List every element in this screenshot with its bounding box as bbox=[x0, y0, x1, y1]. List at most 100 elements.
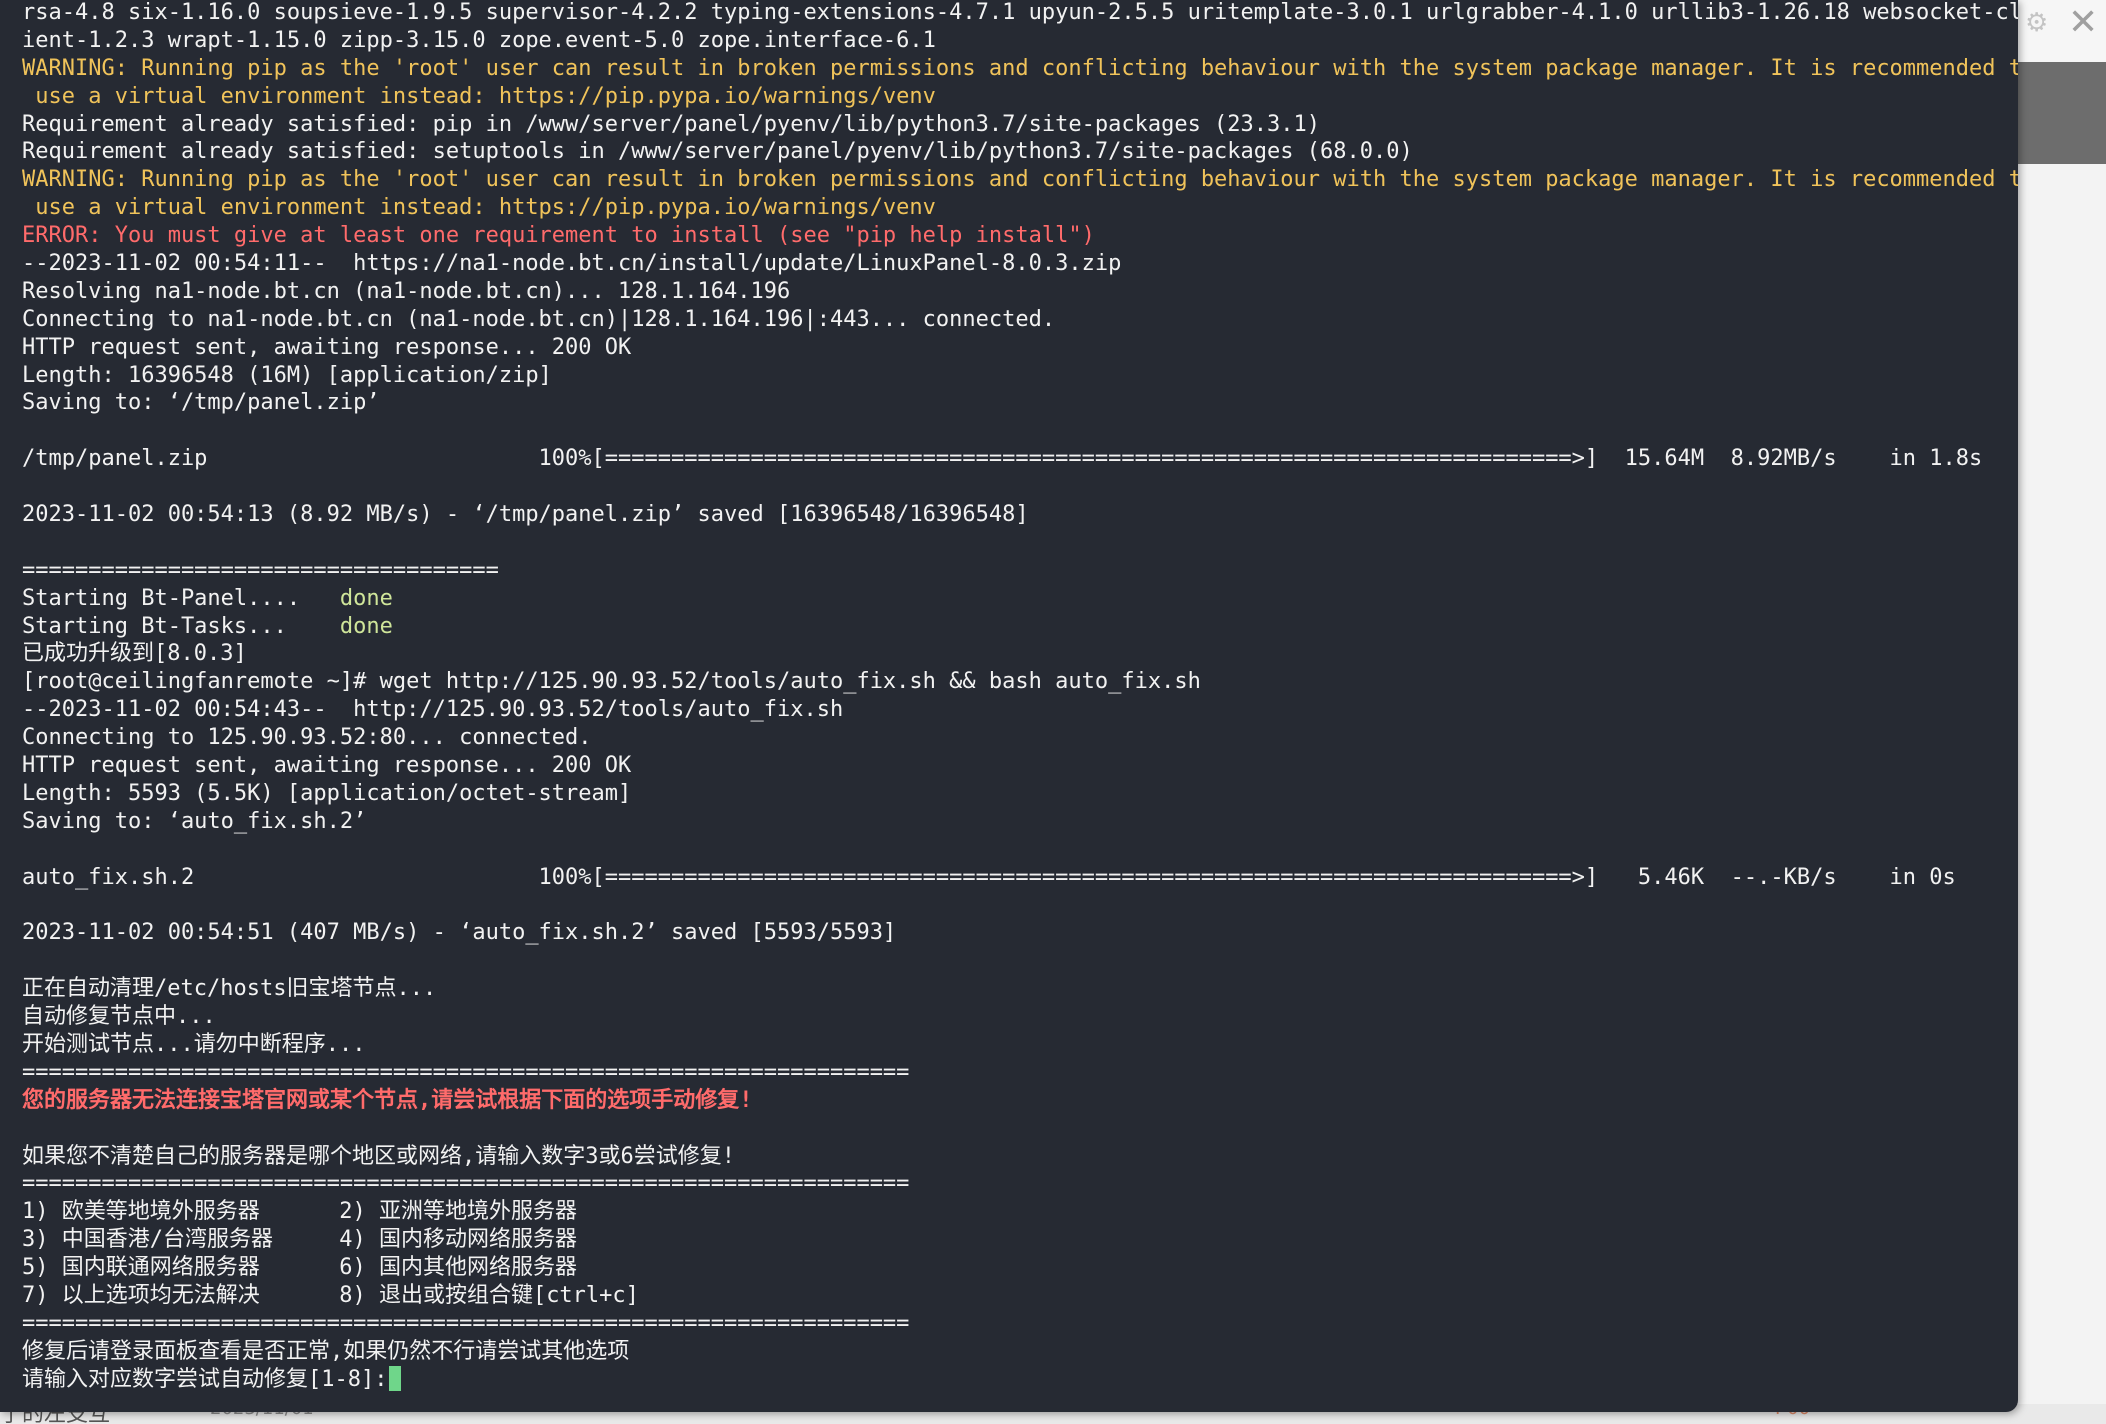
terminal-line: WARNING: Running pip as the 'root' user … bbox=[22, 166, 2018, 194]
terminal-line: use a virtual environment instead: https… bbox=[22, 83, 2012, 111]
terminal-line-text: Resolving na1-node.bt.cn (na1-node.bt.cn… bbox=[22, 278, 791, 304]
terminal-line-text: Saving to: ‘/tmp/panel.zip’ bbox=[22, 390, 380, 416]
terminal-line: 3) 中国香港/台湾服务器 4) 国内移动网络服务器 bbox=[22, 1226, 2012, 1254]
terminal-line-text: Requirement already satisfied: pip in /w… bbox=[22, 111, 1321, 137]
terminal-line: 您的服务器无法连接宝塔官网或某个节点,请尝试根据下面的选项手动修复! bbox=[22, 1087, 2012, 1115]
terminal-line: [root@ceilingfanremote ~]# wget http://1… bbox=[22, 668, 2012, 696]
terminal-line: 正在自动清理/etc/hosts旧宝塔节点... bbox=[22, 975, 2012, 1003]
terminal-line-text: WARNING: Running pip as the 'root' user … bbox=[22, 55, 2018, 81]
terminal-line: ==================================== bbox=[22, 557, 2012, 585]
terminal-line: /tmp/panel.zip 100%[====================… bbox=[22, 445, 2012, 473]
terminal-line-text: Length: 16396548 (16M) [application/zip] bbox=[22, 362, 552, 388]
terminal-line-text: 您的服务器无法连接宝塔官网或某个节点,请尝试根据下面的选项手动修复! bbox=[22, 1087, 753, 1113]
terminal-line-text: ERROR: You must give at least one requir… bbox=[22, 223, 1095, 249]
terminal-line: 请输入对应数字尝试自动修复[1-8]: bbox=[22, 1365, 2012, 1394]
terminal-line: auto_fix.sh.2 100%[=====================… bbox=[22, 864, 2012, 892]
terminal-line: use a virtual environment instead: https… bbox=[22, 194, 2012, 222]
terminal-line: Connecting to 125.90.93.52:80... connect… bbox=[22, 724, 2012, 752]
terminal-line-text: HTTP request sent, awaiting response... … bbox=[22, 753, 632, 779]
terminal-line-text: Length: 5593 (5.5K) [application/octet-s… bbox=[22, 780, 632, 806]
terminal-line: Resolving na1-node.bt.cn (na1-node.bt.cn… bbox=[22, 278, 2012, 306]
terminal-line-text: 开始测试节点...请勿中断程序... bbox=[22, 1031, 366, 1057]
background-window-panel bbox=[2018, 62, 2106, 164]
terminal-line-text: 自动修复节点中... bbox=[22, 1004, 216, 1030]
terminal-line-text: ========================================… bbox=[22, 1059, 910, 1085]
terminal-line: Requirement already satisfied: setuptool… bbox=[22, 138, 2012, 166]
terminal-line-text: use a virtual environment instead: https… bbox=[22, 83, 936, 109]
terminal-line: 2023-11-02 00:54:51 (407 MB/s) - ‘auto_f… bbox=[22, 919, 2012, 947]
terminal-line: Saving to: ‘/tmp/panel.zip’ bbox=[22, 389, 2012, 417]
terminal-line-text: 5) 国内联通网络服务器 6) 国内其他网络服务器 bbox=[22, 1255, 577, 1281]
terminal-line: ========================================… bbox=[22, 1310, 2012, 1338]
terminal-window[interactable]: rsa-4.8 six-1.16.0 soupsieve-1.9.5 super… bbox=[0, 0, 2018, 1412]
terminal-line: HTTP request sent, awaiting response... … bbox=[22, 752, 2012, 780]
terminal-line: ========================================… bbox=[22, 1059, 2012, 1087]
terminal-output: rsa-4.8 six-1.16.0 soupsieve-1.9.5 super… bbox=[22, 0, 2018, 1394]
terminal-line: 修复后请登录面板查看是否正常,如果仍然不行请尝试其他选项 bbox=[22, 1338, 2012, 1366]
terminal-line: ERROR: You must give at least one requir… bbox=[22, 222, 2012, 250]
status-done-label: done bbox=[339, 585, 393, 611]
screen: ⚙ ✕ 了的左支互 2023/11/01 4 00 rsa-4.8 six-1.… bbox=[0, 0, 2106, 1424]
terminal-line: 如果您不清楚自己的服务器是哪个地区或网络,请输入数字3或6尝试修复! bbox=[22, 1143, 2012, 1171]
terminal-line: 开始测试节点...请勿中断程序... bbox=[22, 1031, 2012, 1059]
terminal-line: ========================================… bbox=[22, 1170, 2012, 1198]
background-window-toolbar: ⚙ ✕ bbox=[2018, 0, 2106, 62]
terminal-line: WARNING: Running pip as the 'root' user … bbox=[22, 55, 2018, 83]
background-window: ⚙ ✕ bbox=[2018, 0, 2106, 1424]
terminal-line-text: 修复后请登录面板查看是否正常,如果仍然不行请尝试其他选项 bbox=[22, 1338, 630, 1364]
terminal-line-text: use a virtual environment instead: https… bbox=[22, 195, 936, 221]
terminal-line-text: Requirement already satisfied: setuptool… bbox=[22, 139, 1413, 165]
terminal-line-text: 2023-11-02 00:54:13 (8.92 MB/s) - ‘/tmp/… bbox=[22, 502, 1029, 528]
gear-icon[interactable]: ⚙ bbox=[2025, 8, 2048, 38]
terminal-line-text: Connecting to 125.90.93.52:80... connect… bbox=[22, 725, 592, 751]
terminal-line-text: 1) 欧美等地境外服务器 2) 亚洲等地境外服务器 bbox=[22, 1199, 577, 1225]
terminal-line: Saving to: ‘auto_fix.sh.2’ bbox=[22, 808, 2012, 836]
terminal-line-text: HTTP request sent, awaiting response... … bbox=[22, 334, 632, 360]
terminal-line-text: --2023-11-02 00:54:11-- https://na1-node… bbox=[22, 251, 1122, 277]
terminal-line-text: Connecting to na1-node.bt.cn (na1-node.b… bbox=[22, 306, 1056, 332]
terminal-line: Connecting to na1-node.bt.cn (na1-node.b… bbox=[22, 306, 2012, 334]
terminal-line-text: /tmp/panel.zip 100%[====================… bbox=[22, 446, 1983, 472]
terminal-line-text: 已成功升级到[8.0.3] bbox=[22, 641, 247, 667]
terminal-line: 7) 以上选项均无法解决 8) 退出或按组合键[ctrl+c] bbox=[22, 1282, 2012, 1310]
terminal-line-text: 2023-11-02 00:54:51 (407 MB/s) - ‘auto_f… bbox=[22, 920, 897, 946]
terminal-line-text: auto_fix.sh.2 100%[=====================… bbox=[22, 864, 1956, 890]
terminal-line: 1) 欧美等地境外服务器 2) 亚洲等地境外服务器 bbox=[22, 1198, 2012, 1226]
terminal-line-text: 3) 中国香港/台湾服务器 4) 国内移动网络服务器 bbox=[22, 1227, 577, 1253]
input-prompt: 请输入对应数字尝试自动修复[1-8]: bbox=[22, 1366, 388, 1392]
terminal-line: --2023-11-02 00:54:43-- http://125.90.93… bbox=[22, 696, 2012, 724]
terminal-line-text: WARNING: Running pip as the 'root' user … bbox=[22, 167, 2018, 193]
terminal-line-text: [root@ceilingfanremote ~]# wget http://1… bbox=[22, 669, 1201, 695]
terminal-line: 5) 国内联通网络服务器 6) 国内其他网络服务器 bbox=[22, 1254, 2012, 1282]
terminal-line-text: Saving to: ‘auto_fix.sh.2’ bbox=[22, 808, 367, 834]
terminal-line: Length: 16396548 (16M) [application/zip] bbox=[22, 362, 2012, 390]
terminal-line-text: Starting Bt-Tasks... bbox=[22, 613, 340, 639]
terminal-line-text: Starting Bt-Panel.... bbox=[22, 585, 340, 611]
close-icon[interactable]: ✕ bbox=[2068, 2, 2098, 43]
terminal-line-text: ient-1.2.3 wrapt-1.15.0 zipp-3.15.0 zope… bbox=[22, 27, 936, 53]
terminal-line: Length: 5593 (5.5K) [application/octet-s… bbox=[22, 780, 2012, 808]
terminal-line-text: ========================================… bbox=[22, 1171, 910, 1197]
terminal-line-text: ==================================== bbox=[22, 557, 499, 583]
terminal-line-text: 7) 以上选项均无法解决 8) 退出或按组合键[ctrl+c] bbox=[22, 1282, 639, 1308]
terminal-line-text: rsa-4.8 six-1.16.0 soupsieve-1.9.5 super… bbox=[22, 0, 2018, 25]
status-done-label: done bbox=[339, 613, 393, 639]
terminal-line: --2023-11-02 00:54:11-- https://na1-node… bbox=[22, 250, 2012, 278]
terminal-line-text: 正在自动清理/etc/hosts旧宝塔节点... bbox=[22, 976, 437, 1002]
terminal-line-text: --2023-11-02 00:54:43-- http://125.90.93… bbox=[22, 697, 844, 723]
terminal-line: 已成功升级到[8.0.3] bbox=[22, 640, 2012, 668]
terminal-line: Starting Bt-Panel.... done bbox=[22, 585, 2012, 613]
terminal-line: Requirement already satisfied: pip in /w… bbox=[22, 111, 2012, 139]
cursor-block[interactable] bbox=[389, 1365, 402, 1391]
terminal-line: 自动修复节点中... bbox=[22, 1003, 2012, 1031]
terminal-line-text: ========================================… bbox=[22, 1310, 910, 1336]
terminal-line: rsa-4.8 six-1.16.0 soupsieve-1.9.5 super… bbox=[22, 0, 2018, 27]
terminal-line: Starting Bt-Tasks... done bbox=[22, 613, 2012, 641]
